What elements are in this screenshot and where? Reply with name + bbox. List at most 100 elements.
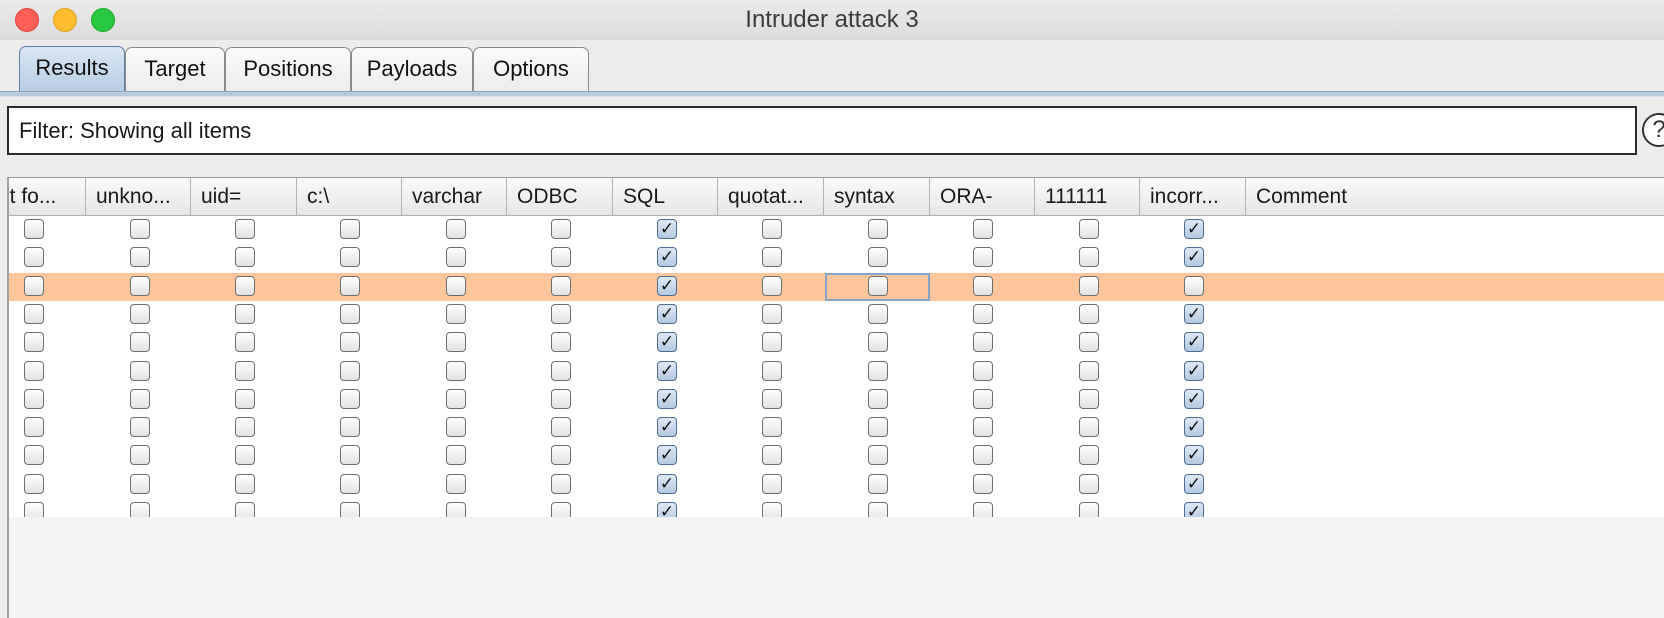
checkbox-unchecked[interactable] — [446, 247, 466, 268]
checkbox-unchecked[interactable] — [340, 303, 360, 324]
table-row[interactable]: ✓ ✓ — [9, 329, 1664, 360]
checkbox-unchecked[interactable] — [973, 275, 993, 296]
column-header[interactable]: varchar — [402, 178, 507, 215]
checkbox-unchecked[interactable] — [762, 247, 782, 268]
column-header[interactable]: Comment — [1246, 178, 1664, 215]
checkbox-checked[interactable]: ✓ — [657, 332, 677, 353]
checkbox-unchecked[interactable] — [1079, 219, 1099, 239]
checkbox-unchecked[interactable] — [24, 332, 44, 353]
column-header[interactable]: 111111 — [1035, 178, 1140, 215]
checkbox-unchecked[interactable] — [762, 388, 782, 409]
column-header[interactable]: ORA- — [930, 178, 1035, 215]
table-row[interactable]: ✓ ✓ — [9, 442, 1664, 473]
checkbox-unchecked[interactable] — [973, 303, 993, 324]
checkbox-unchecked[interactable] — [1079, 445, 1099, 466]
checkbox-checked[interactable]: ✓ — [657, 303, 677, 324]
checkbox-unchecked[interactable] — [130, 473, 150, 494]
table-row[interactable]: ✓ ✓ — [9, 244, 1664, 275]
checkbox-unchecked[interactable] — [235, 473, 255, 494]
checkbox-unchecked[interactable] — [762, 417, 782, 438]
checkbox-unchecked[interactable] — [973, 473, 993, 494]
checkbox-checked[interactable]: ✓ — [1184, 219, 1204, 239]
checkbox-unchecked[interactable] — [446, 219, 466, 239]
checkbox-checked[interactable]: ✓ — [1184, 332, 1204, 353]
column-header[interactable]: ODBC — [507, 178, 613, 215]
checkbox-unchecked[interactable] — [235, 332, 255, 353]
checkbox-unchecked[interactable] — [1079, 388, 1099, 409]
checkbox-unchecked[interactable] — [762, 332, 782, 353]
checkbox-unchecked[interactable] — [24, 303, 44, 324]
checkbox-unchecked[interactable] — [1184, 275, 1204, 296]
checkbox-checked[interactable]: ✓ — [657, 360, 677, 381]
checkbox-unchecked[interactable] — [551, 445, 571, 466]
column-header[interactable]: SQL — [613, 178, 718, 215]
checkbox-unchecked[interactable] — [130, 332, 150, 353]
checkbox-unchecked[interactable] — [340, 473, 360, 494]
checkbox-unchecked[interactable] — [1079, 247, 1099, 268]
checkbox-unchecked[interactable] — [973, 360, 993, 381]
checkbox-unchecked[interactable] — [551, 473, 571, 494]
checkbox-unchecked[interactable] — [868, 247, 888, 268]
checkbox-unchecked[interactable] — [446, 417, 466, 438]
checkbox-unchecked[interactable] — [868, 473, 888, 494]
checkbox-unchecked[interactable] — [340, 332, 360, 353]
checkbox-unchecked[interactable] — [973, 247, 993, 268]
checkbox-checked[interactable]: ✓ — [1184, 388, 1204, 409]
checkbox-unchecked[interactable] — [340, 219, 360, 239]
table-row[interactable]: ✓ ✓ — [9, 216, 1664, 246]
checkbox-unchecked[interactable] — [551, 388, 571, 409]
checkbox-unchecked[interactable] — [868, 445, 888, 466]
column-header[interactable]: c:\ — [297, 178, 402, 215]
checkbox-checked[interactable]: ✓ — [657, 247, 677, 268]
checkbox-checked[interactable]: ✓ — [1184, 303, 1204, 324]
column-header[interactable]: unkno... — [86, 178, 191, 215]
tab-results[interactable]: Results — [19, 46, 125, 92]
checkbox-unchecked[interactable] — [446, 445, 466, 466]
checkbox-unchecked[interactable] — [130, 417, 150, 438]
checkbox-unchecked[interactable] — [1079, 332, 1099, 353]
column-header[interactable]: ot fo... — [9, 178, 86, 215]
checkbox-unchecked[interactable] — [551, 219, 571, 239]
table-row[interactable]: ✓ ✓ — [9, 300, 1664, 331]
checkbox-unchecked[interactable] — [130, 275, 150, 296]
checkbox-unchecked[interactable] — [340, 360, 360, 381]
checkbox-unchecked[interactable] — [1079, 303, 1099, 324]
checkbox-unchecked[interactable] — [446, 360, 466, 381]
checkbox-unchecked[interactable] — [235, 445, 255, 466]
help-icon[interactable]: ? — [1642, 113, 1664, 147]
checkbox-unchecked[interactable] — [24, 247, 44, 268]
checkbox-unchecked[interactable] — [868, 219, 888, 239]
checkbox-unchecked[interactable] — [973, 332, 993, 353]
checkbox-unchecked[interactable] — [551, 247, 571, 268]
checkbox-unchecked[interactable] — [24, 445, 44, 466]
checkbox-unchecked[interactable] — [130, 445, 150, 466]
checkbox-unchecked[interactable] — [1079, 275, 1099, 296]
checkbox-unchecked[interactable] — [762, 473, 782, 494]
checkbox-unchecked[interactable] — [235, 388, 255, 409]
checkbox-unchecked[interactable] — [446, 473, 466, 494]
checkbox-checked[interactable]: ✓ — [657, 445, 677, 466]
checkbox-unchecked[interactable] — [868, 332, 888, 353]
checkbox-unchecked[interactable] — [973, 445, 993, 466]
checkbox-unchecked[interactable] — [762, 303, 782, 324]
checkbox-unchecked[interactable] — [762, 445, 782, 466]
checkbox-unchecked[interactable] — [1079, 417, 1099, 438]
checkbox-checked[interactable]: ✓ — [657, 275, 677, 296]
checkbox-unchecked[interactable] — [868, 388, 888, 409]
checkbox-unchecked[interactable] — [762, 360, 782, 381]
checkbox-unchecked[interactable] — [551, 360, 571, 381]
checkbox-unchecked[interactable] — [551, 417, 571, 438]
table-row[interactable]: ✓ ✓ — [9, 385, 1664, 416]
table-row[interactable]: ✓ ✓ — [9, 470, 1664, 501]
checkbox-unchecked[interactable] — [973, 388, 993, 409]
checkbox-unchecked[interactable] — [340, 417, 360, 438]
checkbox-unchecked[interactable] — [973, 417, 993, 438]
checkbox-unchecked[interactable] — [551, 275, 571, 296]
checkbox-unchecked[interactable] — [24, 275, 44, 296]
checkbox-unchecked[interactable] — [340, 388, 360, 409]
checkbox-unchecked[interactable] — [340, 445, 360, 466]
column-header[interactable]: syntax — [824, 178, 930, 215]
checkbox-unchecked[interactable] — [868, 417, 888, 438]
checkbox-unchecked[interactable] — [340, 247, 360, 268]
checkbox-checked[interactable]: ✓ — [657, 219, 677, 239]
